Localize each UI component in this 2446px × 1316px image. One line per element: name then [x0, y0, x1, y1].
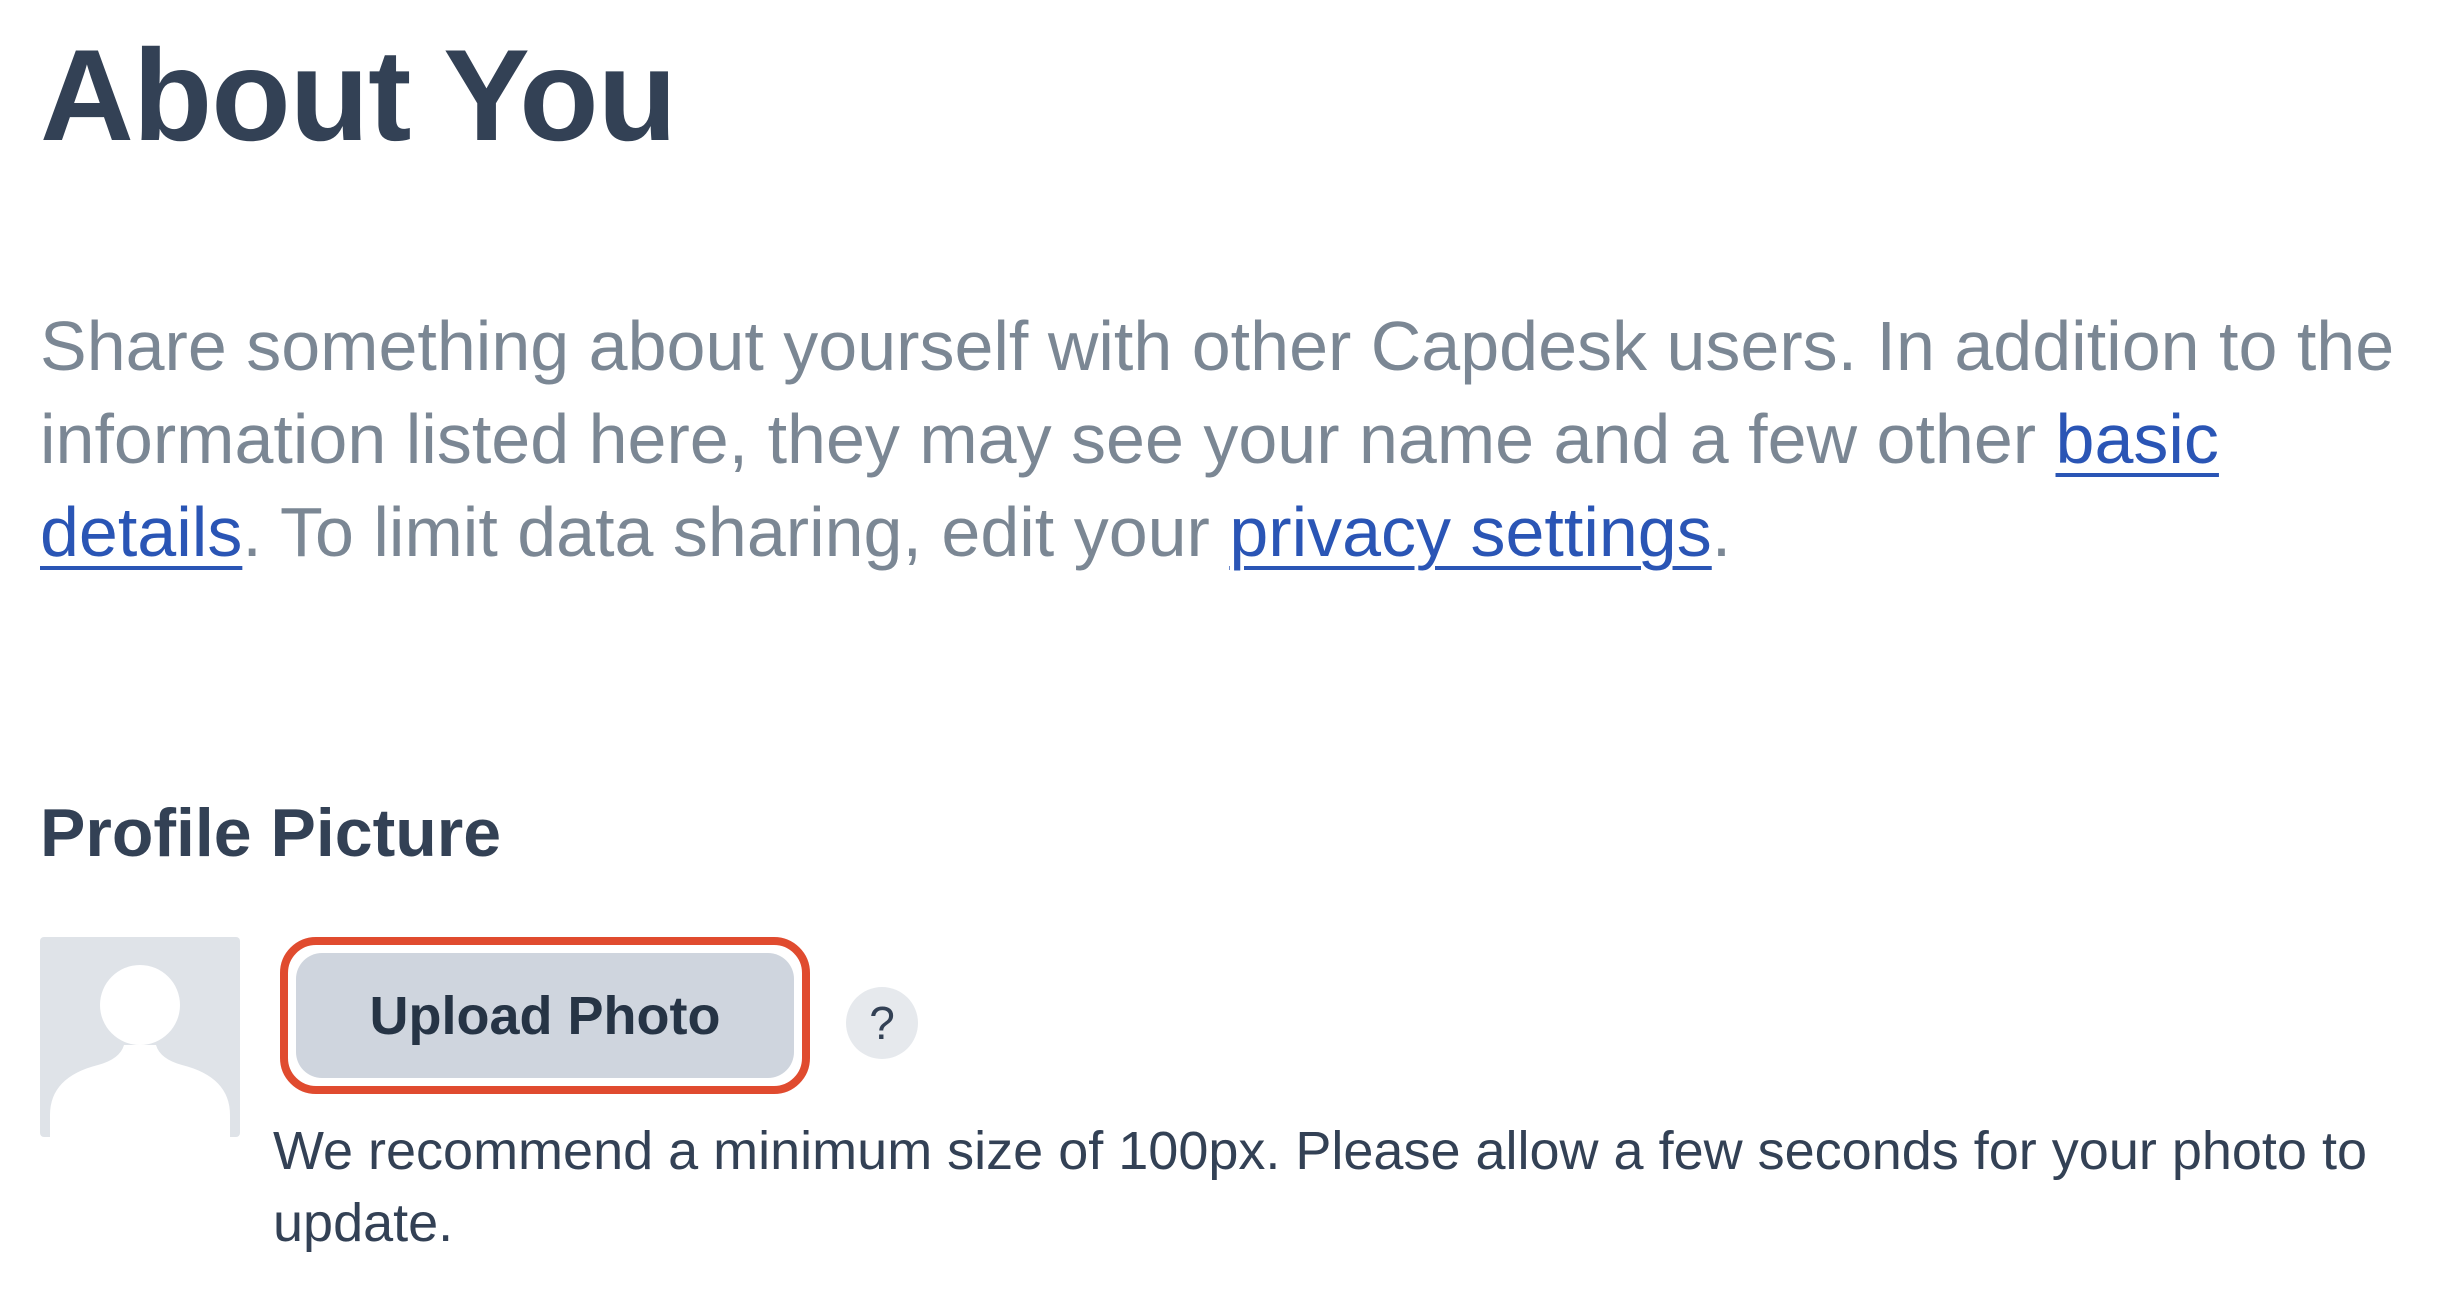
- profile-picture-heading: Profile Picture: [40, 795, 502, 871]
- help-icon[interactable]: ?: [846, 987, 918, 1059]
- intro-text-part-2: . To limit data sharing, edit your: [242, 493, 1230, 571]
- about-you-page: About You Share something about yourself…: [0, 0, 2446, 1316]
- upload-photo-button[interactable]: Upload Photo: [296, 953, 794, 1078]
- person-silhouette-icon: [50, 965, 230, 1137]
- privacy-settings-link[interactable]: privacy settings: [1229, 493, 1711, 571]
- intro-text-part-1: Share something about yourself with othe…: [40, 307, 2395, 478]
- intro-text-part-3: .: [1711, 493, 1732, 571]
- page-title: About You: [40, 22, 677, 168]
- avatar: [40, 937, 240, 1137]
- intro-paragraph: Share something about yourself with othe…: [40, 300, 2440, 579]
- photo-size-help-text: We recommend a minimum size of 100px. Pl…: [273, 1121, 2368, 1253]
- upload-photo-highlight: Upload Photo: [280, 937, 810, 1094]
